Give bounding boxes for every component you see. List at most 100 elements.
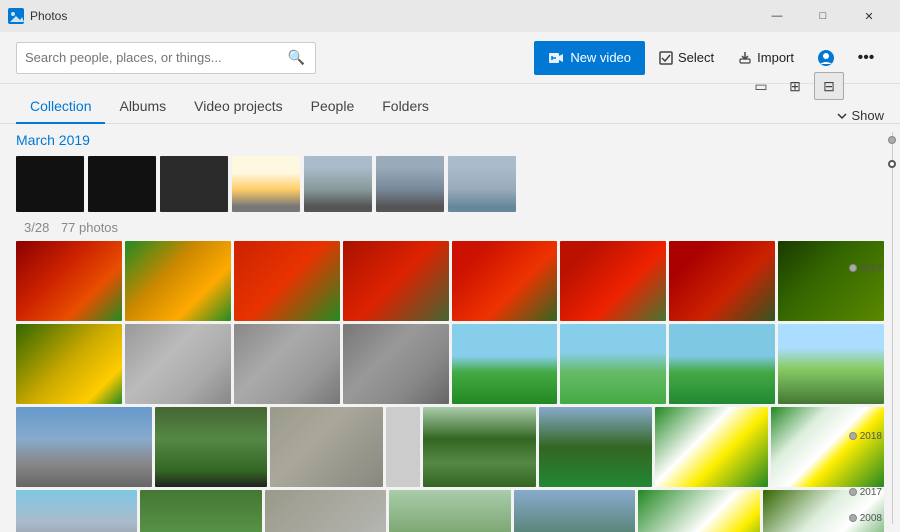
photo-row-1 [16,241,884,321]
year-label-2018: 2018 [860,431,882,442]
photo-cell[interactable] [234,324,340,404]
main-content: March 2019 3/28 77 photos [0,124,884,532]
photo-cell[interactable] [771,407,884,487]
chevron-down-icon [837,111,847,121]
show-label: Show [851,108,884,123]
timeline-dot-2017[interactable] [849,488,857,496]
photo-cell[interactable] [669,241,775,321]
toolbar-right: New video Select Import ••• [534,41,884,75]
tab-people[interactable]: People [297,90,369,124]
thumb-4[interactable] [232,156,300,212]
show-control[interactable]: Show [837,108,884,123]
photo-cell[interactable] [140,490,261,532]
import-icon [738,51,752,65]
tab-albums[interactable]: Albums [105,90,180,124]
photo-cell[interactable] [655,407,768,487]
import-button[interactable]: Import [728,41,804,75]
photo-cell[interactable] [16,241,122,321]
photo-cell[interactable] [16,407,152,487]
import-label: Import [757,50,794,65]
close-button[interactable]: ✕ [846,0,892,32]
photo-cell[interactable] [669,324,775,404]
select-button[interactable]: Select [649,41,724,75]
timeline-dot-top[interactable] [888,136,896,144]
timeline-dot-2018[interactable] [849,432,857,440]
titlebar-left: Photos [8,8,67,24]
search-input[interactable] [25,50,280,65]
photo-row-4 [16,490,884,532]
timeline-track [892,132,893,524]
photo-cell[interactable] [265,490,386,532]
timeline-dot-active[interactable] [888,160,896,168]
titlebar: Photos — □ ✕ [0,0,900,32]
photo-count: 77 photos [61,220,118,235]
view-controls: ▭ ⊞ ⊟ [746,72,844,100]
search-box: 🔍 [16,42,316,74]
photo-cell[interactable] [343,241,449,321]
view-single-button[interactable]: ▭ [746,72,776,100]
photo-row-3 [16,407,884,487]
thumb-6[interactable] [376,156,444,212]
photo-cell[interactable] [539,407,652,487]
maximize-button[interactable]: □ [800,0,846,32]
thumb-7[interactable] [448,156,516,212]
more-options-button[interactable]: ••• [848,41,884,75]
tab-folders[interactable]: Folders [368,90,443,124]
new-video-button[interactable]: New video [534,41,645,75]
photo-row-2 [16,324,884,404]
account-icon [817,49,835,67]
photo-cell[interactable] [125,324,231,404]
thumb-1[interactable] [16,156,84,212]
app-title: Photos [30,9,67,23]
year-label-2008: 2008 [860,513,882,524]
photo-cell[interactable] [778,324,884,404]
photo-cell[interactable] [423,407,536,487]
photo-cell[interactable] [16,490,137,532]
thumb-3[interactable] [160,156,228,212]
photo-cell[interactable] [125,241,231,321]
search-button[interactable]: 🔍 [286,47,307,68]
photo-cell[interactable] [343,324,449,404]
photo-cell[interactable] [560,324,666,404]
timeline-year-2017: 2017 [845,488,900,496]
small-thumb-row [16,156,884,212]
timeline-year-2008: 2008 [845,514,900,522]
year-label-2019: 2019 [860,263,882,274]
photo-cell[interactable] [452,241,558,321]
photo-cell[interactable] [514,490,635,532]
select-label: Select [678,50,714,65]
timeline-dot-2008[interactable] [849,514,857,522]
thumb-2[interactable] [88,156,156,212]
timeline-dot-2019[interactable] [849,264,857,272]
account-button[interactable] [808,41,844,75]
photo-cell[interactable] [270,407,383,487]
photo-cell[interactable] [234,241,340,321]
year-label-2017: 2017 [860,487,882,498]
photo-cell[interactable] [386,407,420,487]
app-icon [8,8,24,24]
photo-cell[interactable] [452,324,558,404]
more-dots-icon: ••• [858,49,875,67]
thumb-5[interactable] [304,156,372,212]
video-icon [548,50,564,66]
view-grid-button[interactable]: ⊞ [780,72,810,100]
minimize-button[interactable]: — [754,0,800,32]
timeline: 2019 2018 2017 2008 [884,124,900,532]
titlebar-controls: — □ ✕ [754,0,892,32]
view-dense-button[interactable]: ⊟ [814,72,844,100]
new-video-label: New video [570,50,631,65]
photo-cell[interactable] [638,490,759,532]
date-label: 3/28 77 photos [16,220,884,235]
date-value: 3/28 [24,220,49,235]
tab-video-projects[interactable]: Video projects [180,90,296,124]
select-icon [659,51,673,65]
timeline-year-2018: 2018 [845,432,900,440]
photo-cell[interactable] [155,407,268,487]
photo-cell[interactable] [778,241,884,321]
photo-cell[interactable] [560,241,666,321]
photo-cell[interactable] [389,490,510,532]
timeline-year-2019: 2019 [845,264,900,272]
photo-cell[interactable] [16,324,122,404]
month-heading: March 2019 [16,124,884,148]
tab-collection[interactable]: Collection [16,90,105,124]
